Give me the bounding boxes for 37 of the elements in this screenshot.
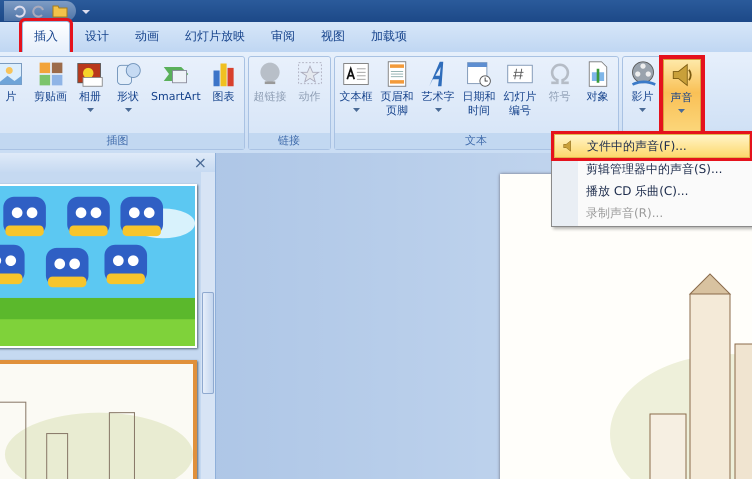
ribbon-button[interactable]: 影片 [624, 59, 661, 133]
folder-icon[interactable] [52, 4, 68, 18]
ribbon-button[interactable]: 对象 [580, 59, 616, 133]
close-button[interactable]: × [194, 153, 207, 172]
ribbon-button[interactable]: 形状 [110, 59, 146, 133]
group-label: 插图 [0, 133, 244, 149]
text-box-icon [342, 60, 370, 88]
redo-icon[interactable] [32, 4, 46, 18]
ribbon-tab[interactable]: 设计 [74, 22, 120, 52]
ribbon-button[interactable]: 日期和 时间 [460, 59, 499, 133]
undo-icon[interactable] [12, 4, 26, 18]
scrollbar[interactable] [201, 172, 215, 479]
image-icon [0, 60, 25, 88]
ribbon-button[interactable]: SmartArt [148, 59, 204, 133]
menu-item[interactable]: 剪辑管理器中的声音(S)... [554, 158, 750, 180]
ribbon-button[interactable]: 剪贴画 [31, 59, 70, 133]
ribbon-tab[interactable]: 审阅 [260, 22, 306, 52]
clip-art-icon [36, 60, 64, 88]
ribbon-button[interactable]: 片 [0, 59, 29, 133]
ribbon-button[interactable]: 文本框 [336, 59, 376, 133]
ribbon-tab[interactable]: 加载项 [360, 22, 418, 52]
calendar-icon [465, 60, 494, 88]
ribbon-button[interactable]: 图表 [206, 59, 242, 133]
ribbon-button[interactable]: 幻灯片 编号 [500, 59, 540, 133]
menu-item[interactable]: 文件中的声音(F)... [554, 134, 750, 158]
menu-item[interactable]: 播放 CD 乐曲(C)... [554, 180, 750, 202]
group-label: 链接 [248, 133, 330, 149]
ribbon-button[interactable]: 艺术字 [418, 59, 458, 133]
ribbon-tab[interactable]: 插入 [22, 21, 70, 52]
photo-album-icon [76, 60, 104, 88]
ribbon-button[interactable]: 页眉和 页脚 [378, 59, 417, 133]
ribbon-button[interactable]: 相册 [72, 59, 108, 133]
ribbon-tab[interactable]: 幻灯片放映 [174, 22, 256, 52]
dropdown-icon[interactable] [82, 7, 90, 15]
shapes-icon [114, 60, 142, 88]
ribbon-tab[interactable]: 视图 [310, 22, 356, 52]
ribbon-tab[interactable]: 动画 [124, 22, 170, 52]
